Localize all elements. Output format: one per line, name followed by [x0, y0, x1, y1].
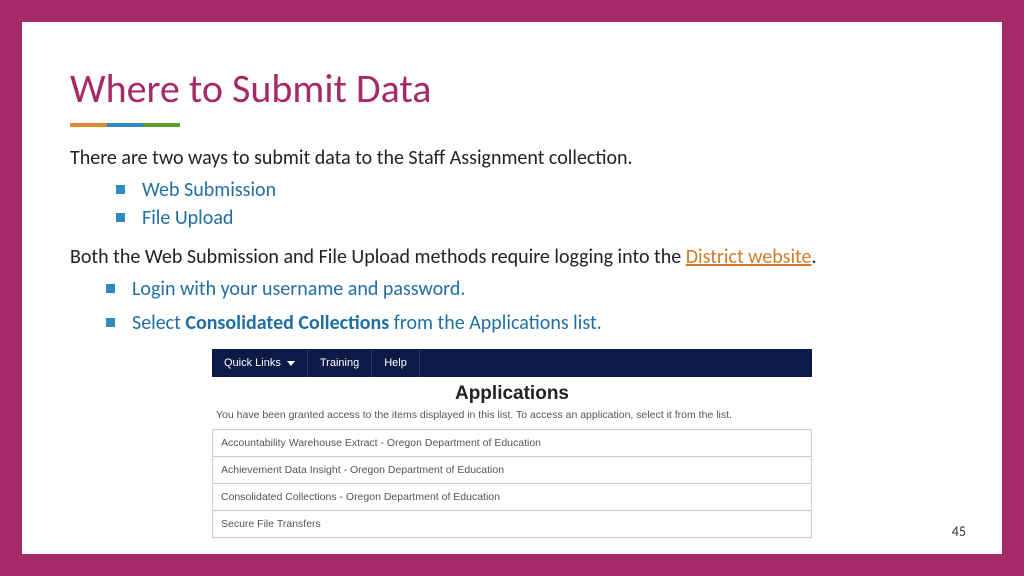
applications-screenshot: Quick Links Training Help Applications Y… — [212, 349, 812, 538]
application-row[interactable]: Secure File Transfers — [212, 511, 812, 538]
text-fragment: Select — [132, 311, 185, 335]
district-website-link[interactable]: District website — [686, 245, 812, 269]
page-title: Where to Submit Data — [70, 64, 954, 113]
text-fragment: Consolidated Collections — [185, 311, 389, 335]
applications-list: Accountability Warehouse Extract - Orego… — [212, 429, 812, 538]
nav-training[interactable]: Training — [308, 349, 372, 377]
slide: Where to Submit Data There are two ways … — [22, 22, 1002, 554]
nav-quick-links[interactable]: Quick Links — [212, 349, 308, 377]
application-row[interactable]: Achievement Data Insight - Oregon Depart… — [212, 457, 812, 484]
nav-label: Quick Links — [224, 357, 281, 369]
intro-text: There are two ways to submit data to the… — [70, 145, 954, 172]
application-row[interactable]: Consolidated Collections - Oregon Depart… — [212, 484, 812, 511]
text-fragment: from the Applications list. — [389, 311, 602, 335]
list-item: Select Consolidated Collections from the… — [106, 309, 954, 337]
text-fragment: Both the Web Submission and File Upload … — [70, 245, 686, 269]
nav-help[interactable]: Help — [372, 349, 420, 377]
both-methods-text: Both the Web Submission and File Upload … — [70, 244, 954, 271]
chevron-down-icon — [287, 361, 295, 366]
page-number: 45 — [952, 523, 966, 540]
applications-heading: Applications — [212, 383, 812, 405]
list-item: Login with your username and password. — [106, 275, 954, 303]
ways-list: Web Submission File Upload — [116, 176, 954, 232]
application-row[interactable]: Accountability Warehouse Extract - Orego… — [212, 430, 812, 457]
text-fragment: . — [812, 245, 817, 269]
title-underline — [70, 123, 180, 127]
list-item: Web Submission — [116, 176, 954, 204]
steps-list: Login with your username and password. S… — [106, 275, 954, 337]
app-navbar: Quick Links Training Help — [212, 349, 812, 377]
applications-subtitle: You have been granted access to the item… — [216, 409, 812, 421]
list-item: File Upload — [116, 204, 954, 232]
